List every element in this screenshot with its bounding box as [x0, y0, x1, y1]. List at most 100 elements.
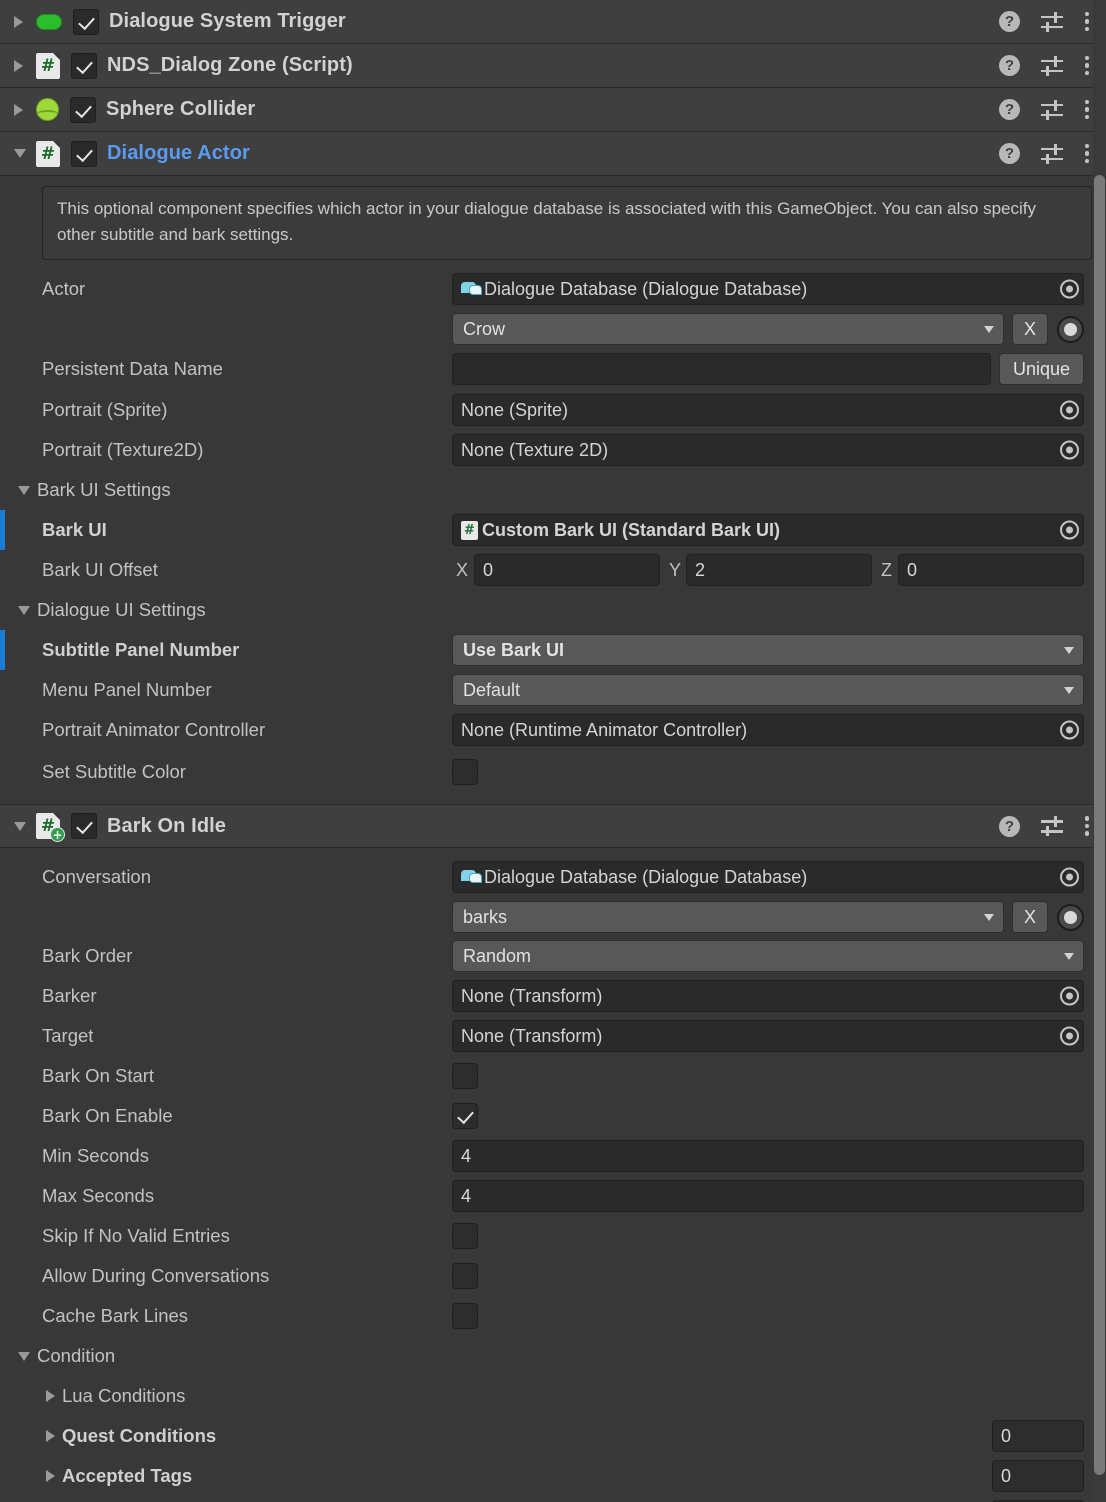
foldout-condition[interactable]: Condition	[0, 1336, 1106, 1376]
prefab-override-marker	[0, 510, 5, 550]
actor-database-field[interactable]: Dialogue Database (Dialogue Database)	[452, 273, 1084, 305]
foldout-toggle-dialogue-actor[interactable]	[14, 149, 36, 158]
foldout-quest-conditions[interactable]: Quest Conditions 0	[0, 1416, 1106, 1456]
foldout-bark-ui-settings[interactable]: Bark UI Settings	[0, 470, 1106, 510]
preset-sliders-icon[interactable]	[1041, 99, 1063, 120]
portrait-animator-controller-value: None (Runtime Animator Controller)	[461, 719, 748, 740]
help-icon[interactable]: ?	[999, 99, 1020, 120]
object-picker-icon[interactable]	[1060, 986, 1079, 1006]
preset-sliders-icon[interactable]	[1041, 55, 1063, 76]
target-value: None (Transform)	[461, 1025, 603, 1046]
more-menu-icon[interactable]	[1084, 143, 1090, 164]
component-header-nds-dialog-zone[interactable]: # NDS_Dialog Zone (Script) ?	[0, 44, 1106, 88]
portrait-sprite-field[interactable]: None (Sprite)	[452, 394, 1084, 426]
cs-script-add-icon: # +	[36, 813, 65, 842]
foldout-accepted-game-objects[interactable]: Accepted Game Objects 0	[0, 1496, 1106, 1502]
bark-ui-offset-z-input[interactable]: 0	[898, 554, 1084, 586]
component-header-actions: ?	[999, 44, 1090, 87]
more-menu-icon[interactable]	[1084, 55, 1090, 76]
foldout-toggle-sphere-collider[interactable]	[14, 103, 36, 116]
more-menu-icon[interactable]	[1084, 99, 1090, 120]
actor-name-dropdown[interactable]: Crow	[452, 313, 1004, 345]
bark-on-enable-checkbox[interactable]	[452, 1103, 478, 1129]
chevron-right-icon	[46, 1390, 55, 1402]
property-row-conversation: Conversation Dialogue Database (Dialogue…	[0, 856, 1106, 898]
component-title: Dialogue Actor	[107, 142, 250, 164]
object-picker-icon[interactable]	[1060, 720, 1079, 740]
property-row-max-seconds: Max Seconds 4	[0, 1176, 1106, 1216]
property-row-bark-ui-offset: Bark UI Offset X 0 Y 2 Z 0	[0, 550, 1106, 590]
component-enabled-checkbox[interactable]	[71, 52, 97, 79]
bark-ui-offset-x-input[interactable]: 0	[474, 554, 660, 586]
property-row-portrait-sprite: Portrait (Sprite) None (Sprite)	[0, 390, 1106, 430]
quest-conditions-count[interactable]: 0	[992, 1420, 1084, 1452]
bark-on-start-checkbox[interactable]	[452, 1063, 478, 1089]
component-enabled-checkbox[interactable]	[70, 96, 96, 123]
conversation-database-field[interactable]: Dialogue Database (Dialogue Database)	[452, 861, 1084, 893]
conversation-use-database-toggle[interactable]	[1057, 903, 1084, 931]
subtitle-panel-number-dropdown[interactable]: Use Bark UI	[452, 634, 1084, 666]
foldout-dialogue-ui-settings[interactable]: Dialogue UI Settings	[0, 590, 1106, 630]
help-icon[interactable]: ?	[999, 815, 1020, 837]
foldout-toggle-nds-dialog-zone[interactable]	[14, 59, 36, 72]
max-seconds-input[interactable]: 4	[452, 1180, 1084, 1212]
component-enabled-checkbox[interactable]	[71, 813, 97, 839]
property-row-portrait-texture2d: Portrait (Texture2D) None (Texture 2D)	[0, 430, 1106, 470]
help-icon[interactable]: ?	[999, 11, 1020, 32]
vertical-scrollbar[interactable]	[1093, 0, 1106, 1502]
set-subtitle-color-checkbox[interactable]	[452, 759, 478, 785]
cache-bark-lines-checkbox[interactable]	[452, 1303, 478, 1329]
portrait-texture-field[interactable]: None (Texture 2D)	[452, 434, 1084, 466]
scrollbar-thumb[interactable]	[1094, 175, 1105, 1475]
help-icon[interactable]: ?	[999, 55, 1020, 76]
barker-field[interactable]: None (Transform)	[452, 980, 1084, 1012]
dialogue-database-icon	[461, 281, 482, 298]
bark-order-dropdown[interactable]: Random	[452, 940, 1084, 972]
skip-if-no-valid-entries-checkbox[interactable]	[452, 1223, 478, 1249]
property-row-cache-bark-lines: Cache Bark Lines	[0, 1296, 1106, 1336]
foldout-toggle-dialogue-system-trigger[interactable]	[14, 15, 36, 28]
chevron-right-icon	[46, 1470, 55, 1482]
component-header-dialogue-system-trigger[interactable]: Dialogue System Trigger ?	[0, 0, 1106, 44]
portrait-texture-value: None (Texture 2D)	[461, 439, 609, 460]
min-seconds-input[interactable]: 4	[452, 1140, 1084, 1172]
object-picker-icon[interactable]	[1060, 867, 1079, 887]
component-enabled-checkbox[interactable]	[71, 140, 97, 167]
actor-use-database-toggle[interactable]	[1057, 315, 1084, 343]
persistent-data-name-input[interactable]	[452, 353, 991, 385]
bark-ui-offset-y-input[interactable]: 2	[686, 554, 872, 586]
cs-script-icon: #	[461, 520, 478, 540]
unique-button[interactable]: Unique	[998, 353, 1084, 385]
property-label: Conversation	[42, 866, 152, 887]
preset-sliders-icon[interactable]	[1041, 816, 1063, 836]
bark-ui-field[interactable]: # Custom Bark UI (Standard Bark UI)	[452, 514, 1084, 546]
preset-sliders-icon[interactable]	[1041, 11, 1063, 32]
allow-during-conversations-checkbox[interactable]	[452, 1263, 478, 1289]
object-picker-icon[interactable]	[1060, 279, 1079, 299]
foldout-label: Bark UI Settings	[37, 479, 171, 500]
foldout-lua-conditions[interactable]: Lua Conditions	[0, 1376, 1106, 1416]
more-menu-icon[interactable]	[1084, 11, 1090, 32]
preset-sliders-icon[interactable]	[1041, 143, 1063, 164]
subtitle-panel-number-value: Use Bark UI	[463, 639, 565, 660]
clear-actor-button[interactable]: X	[1012, 313, 1048, 345]
component-header-sphere-collider[interactable]: Sphere Collider ?	[0, 88, 1106, 132]
more-menu-icon[interactable]	[1084, 816, 1090, 836]
property-row-barker: Barker None (Transform)	[0, 976, 1106, 1016]
accepted-tags-count[interactable]: 0	[992, 1460, 1084, 1492]
portrait-animator-controller-field[interactable]: None (Runtime Animator Controller)	[452, 714, 1084, 746]
foldout-accepted-tags[interactable]: Accepted Tags 0	[0, 1456, 1106, 1496]
component-enabled-checkbox[interactable]	[73, 8, 99, 35]
object-picker-icon[interactable]	[1060, 400, 1079, 420]
object-picker-icon[interactable]	[1060, 440, 1079, 460]
clear-conversation-button[interactable]: X	[1012, 901, 1048, 933]
component-header-bark-on-idle[interactable]: # + Bark On Idle ?	[0, 804, 1106, 848]
conversation-name-dropdown[interactable]: barks	[452, 901, 1004, 933]
menu-panel-number-dropdown[interactable]: Default	[452, 674, 1084, 706]
object-picker-icon[interactable]	[1060, 520, 1079, 540]
foldout-toggle-bark-on-idle[interactable]	[14, 821, 36, 831]
help-icon[interactable]: ?	[999, 143, 1020, 164]
target-field[interactable]: None (Transform)	[452, 1020, 1084, 1052]
object-picker-icon[interactable]	[1060, 1026, 1079, 1046]
component-header-dialogue-actor[interactable]: # Dialogue Actor ?	[0, 132, 1106, 176]
